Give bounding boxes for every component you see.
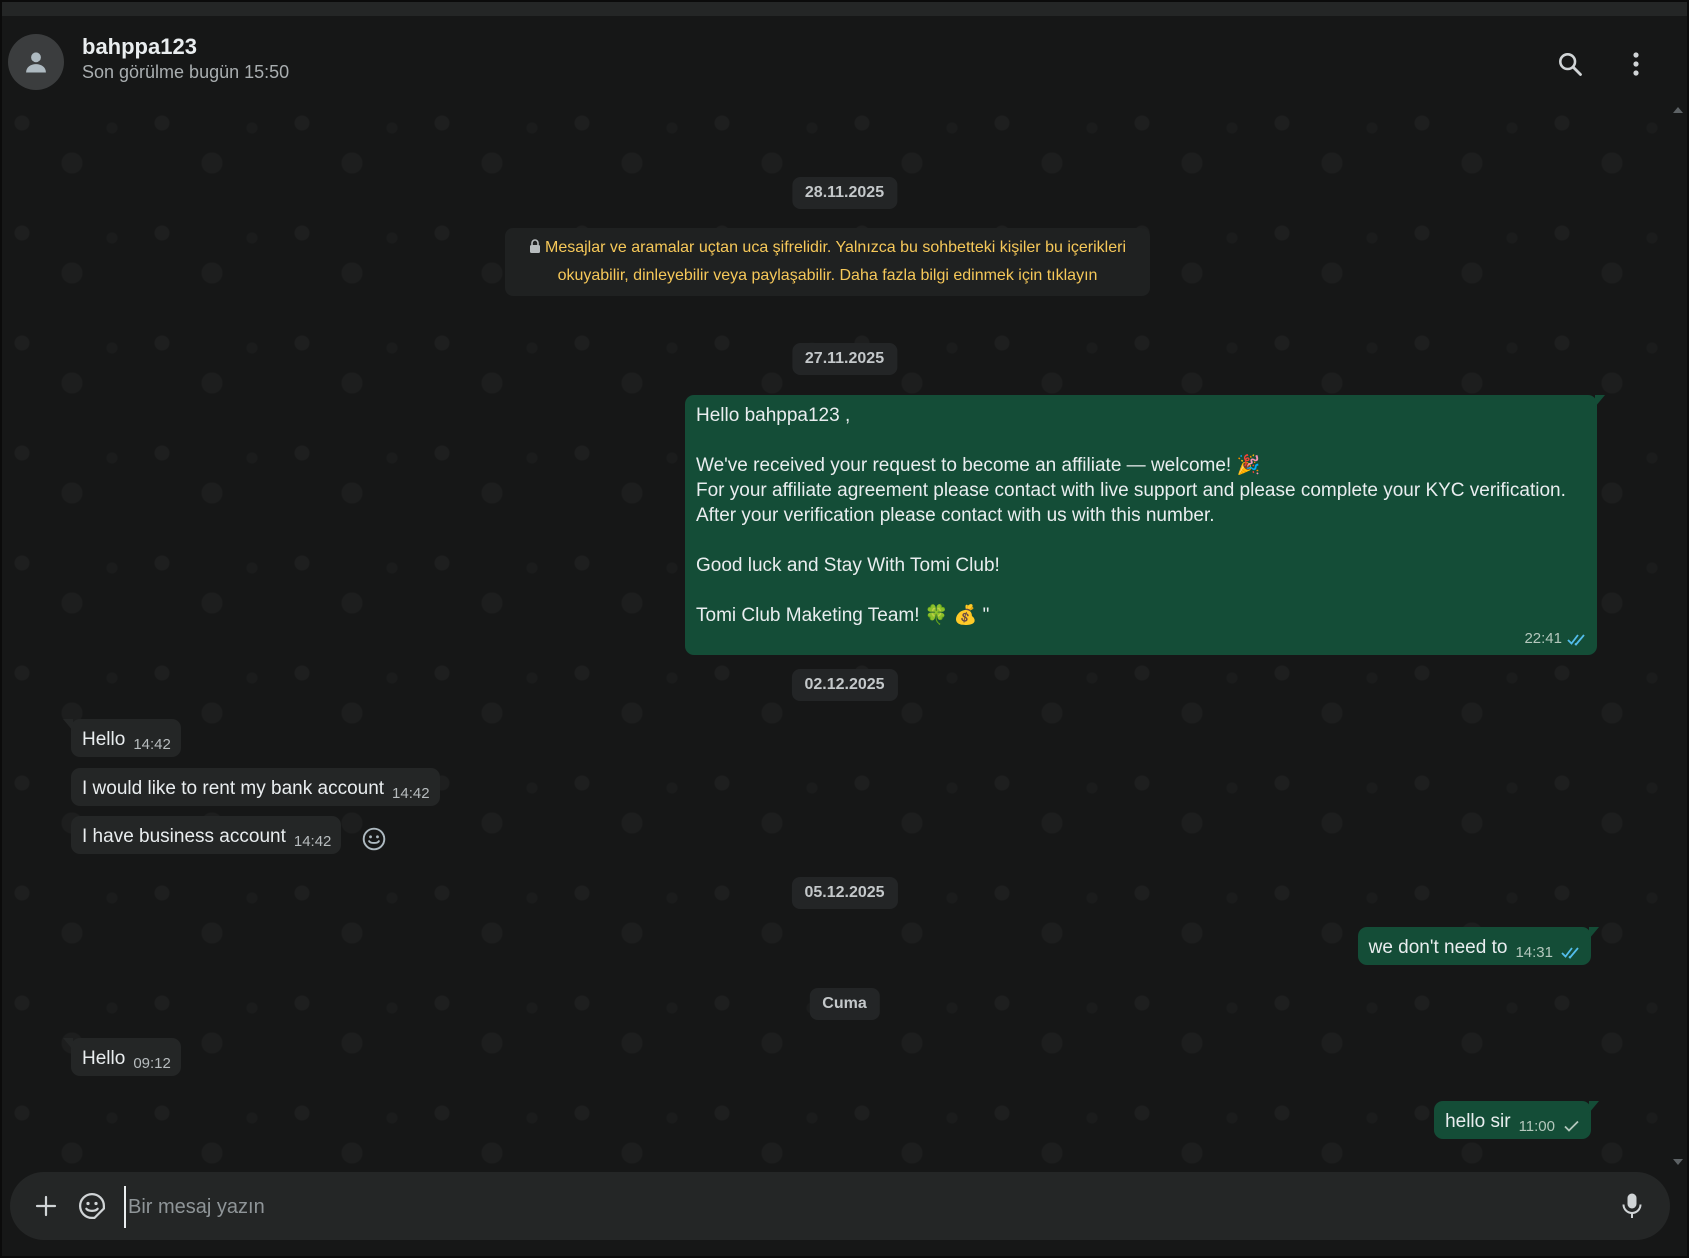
incoming-message[interactable]: Hello 09:12 bbox=[63, 1038, 181, 1076]
avatar-icon bbox=[26, 52, 46, 73]
encryption-notice-text: Mesajlar ve aramalar uçtan uca şifrelidi… bbox=[545, 239, 1126, 284]
menu-icon bbox=[1633, 52, 1639, 76]
message-line: For your affiliate agreement please cont… bbox=[696, 480, 1566, 501]
contact-name[interactable]: bahppa123 bbox=[82, 34, 197, 60]
search-icon bbox=[1559, 53, 1582, 76]
date-separator: 05.12.2025 bbox=[791, 877, 898, 909]
message-list[interactable]: 28.11.2025 Mesajlar ve aramalar uçtan uc… bbox=[2, 103, 1687, 1169]
message-time: 09:12 bbox=[133, 1055, 171, 1072]
message-time: 14:42 bbox=[392, 785, 430, 802]
plus-icon bbox=[35, 1195, 57, 1217]
attach-button[interactable] bbox=[26, 1186, 66, 1226]
message-text: Hello bbox=[82, 1048, 126, 1069]
single-check-sent-icon bbox=[1563, 1119, 1581, 1133]
lock-icon bbox=[530, 239, 540, 253]
message-text: we don't need to bbox=[1368, 937, 1508, 958]
outgoing-message[interactable]: hello sir 11:00 bbox=[1434, 1101, 1599, 1139]
scroll-up-arrow[interactable] bbox=[1673, 107, 1683, 113]
encryption-notice[interactable]: Mesajlar ve aramalar uçtan uca şifrelidi… bbox=[505, 228, 1150, 296]
outgoing-message[interactable]: we don't need to 14:31 bbox=[1357, 927, 1600, 965]
menu-button[interactable] bbox=[1616, 44, 1656, 84]
message-line: Good luck and Stay With Tomi Club! bbox=[696, 555, 1000, 576]
message-text: Hello bbox=[82, 729, 126, 750]
date-separator: 02.12.2025 bbox=[791, 669, 898, 701]
incoming-message[interactable]: I would like to rent my bank account 14:… bbox=[71, 768, 440, 806]
message-time: 22:41 bbox=[1524, 630, 1562, 647]
date-separator: 27.11.2025 bbox=[791, 343, 898, 375]
avatar[interactable] bbox=[8, 34, 64, 90]
outgoing-message[interactable]: Hello bahppa123 , We've received your re… bbox=[685, 395, 1605, 655]
double-check-read-icon bbox=[1567, 632, 1587, 646]
date-separator: 28.11.2025 bbox=[791, 177, 898, 209]
message-composer bbox=[10, 1172, 1670, 1240]
smiley-icon bbox=[362, 827, 386, 851]
incoming-message[interactable]: I have business account 14:42 bbox=[71, 816, 342, 854]
message-text: I have business account bbox=[82, 826, 286, 847]
last-seen-status: Son görülme bugün 15:50 bbox=[82, 62, 290, 82]
message-time: 14:42 bbox=[133, 736, 171, 753]
message-text: I would like to rent my bank account bbox=[82, 778, 385, 799]
microphone-icon bbox=[1622, 1193, 1642, 1218]
message-text: hello sir bbox=[1445, 1111, 1511, 1132]
date-separator: Cuma bbox=[809, 988, 880, 1020]
sticker-icon bbox=[79, 1192, 105, 1219]
sticker-button[interactable] bbox=[72, 1186, 112, 1226]
message-line: Tomi Club Maketing Team! 🍀 💰 " bbox=[696, 605, 990, 626]
message-line: Hello bahppa123 , bbox=[696, 405, 851, 426]
search-button[interactable] bbox=[1550, 44, 1590, 84]
chat-header: bahppa123 Son görülme bugün 15:50 bbox=[2, 2, 1687, 103]
voice-message-button[interactable] bbox=[1612, 1186, 1652, 1226]
scroll-down-arrow[interactable] bbox=[1673, 1159, 1683, 1165]
message-time: 14:42 bbox=[293, 833, 332, 850]
message-time: 14:31 bbox=[1515, 944, 1553, 961]
message-line: We've received your request to become an… bbox=[696, 455, 1261, 476]
double-check-read-icon bbox=[1561, 945, 1581, 959]
emoji-reaction-button[interactable] bbox=[361, 826, 387, 852]
incoming-message[interactable]: Hello 14:42 bbox=[63, 719, 181, 757]
message-line: After your verification please contact w… bbox=[696, 505, 1215, 526]
message-time: 11:00 bbox=[1518, 1118, 1555, 1135]
chat-window: bahppa123 Son görülme bugün 15:50 28.11.… bbox=[2, 2, 1687, 1256]
message-input[interactable] bbox=[124, 1186, 1590, 1228]
